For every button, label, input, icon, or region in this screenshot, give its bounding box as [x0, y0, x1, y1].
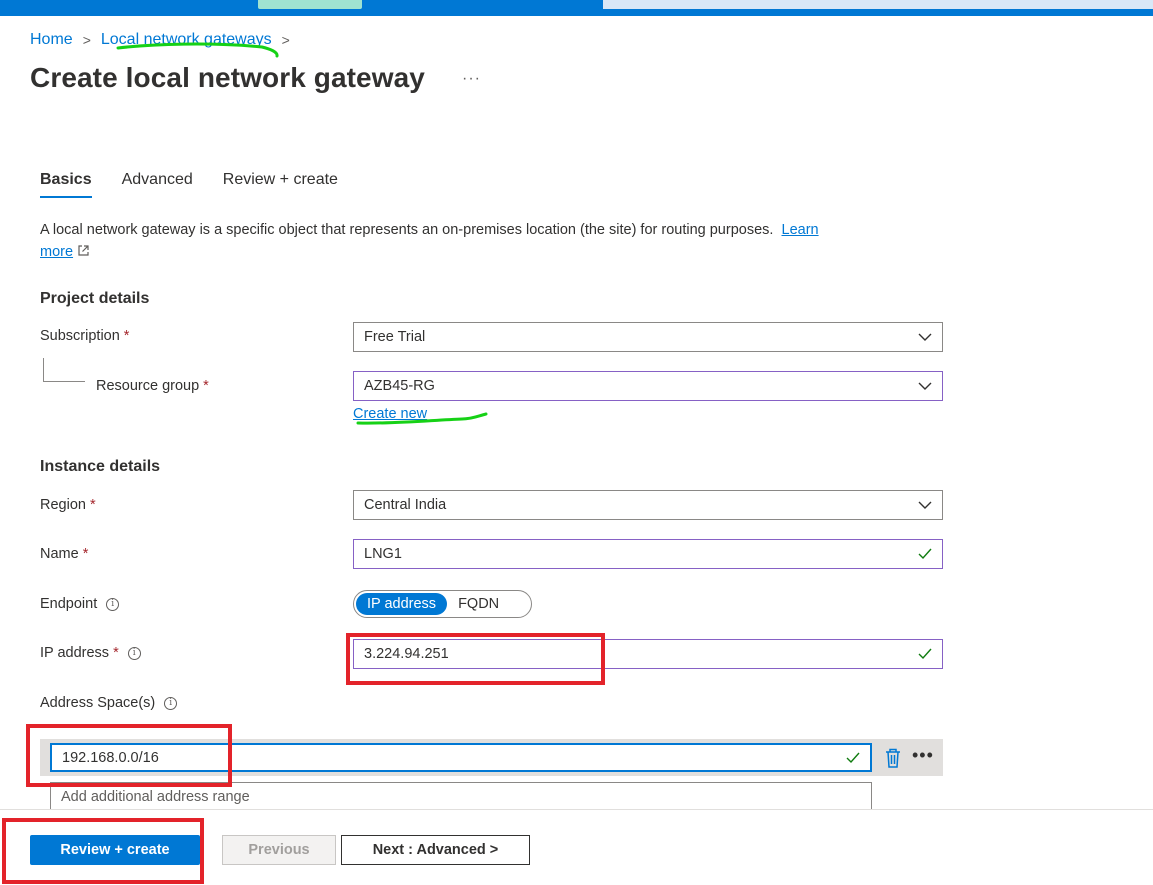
checkmark-icon	[918, 648, 932, 660]
address-space-input[interactable]: 192.168.0.0/16	[50, 743, 872, 772]
footer-divider	[0, 809, 1153, 810]
checkmark-icon	[918, 548, 932, 560]
region-label: Region *	[40, 497, 96, 513]
next-advanced-button[interactable]: Next : Advanced >	[341, 835, 530, 865]
endpoint-label: Endpoint i	[40, 596, 120, 612]
create-new-resource-group-link[interactable]: Create new	[353, 406, 427, 422]
info-icon[interactable]: i	[127, 646, 141, 660]
ip-address-input[interactable]: 3.224.94.251	[353, 639, 943, 669]
previous-button[interactable]: Previous	[222, 835, 336, 865]
delete-icon[interactable]	[883, 747, 903, 769]
name-label: Name *	[40, 546, 89, 562]
breadcrumb-local-network-gateways[interactable]: Local network gateways	[101, 31, 272, 49]
breadcrumb: Home > Local network gateways >	[30, 30, 300, 50]
resource-group-value: AZB45-RG	[364, 378, 435, 394]
chevron-down-icon	[918, 382, 932, 390]
global-search-box[interactable]	[603, 0, 1153, 9]
upgrade-chip[interactable]	[258, 0, 362, 9]
name-value: LNG1	[364, 546, 402, 562]
breadcrumb-separator: >	[281, 32, 290, 48]
chevron-down-icon	[918, 333, 932, 341]
breadcrumb-home[interactable]: Home	[30, 31, 73, 49]
endpoint-option-ip-address[interactable]: IP address	[356, 593, 448, 615]
tab-advanced[interactable]: Advanced	[122, 171, 193, 198]
tab-basics[interactable]: Basics	[40, 171, 92, 198]
name-input[interactable]: LNG1	[353, 539, 943, 569]
ip-address-label: IP address * i	[40, 645, 141, 661]
subscription-value: Free Trial	[364, 329, 426, 345]
resource-group-label: Resource group *	[96, 378, 209, 394]
ip-address-value: 3.224.94.251	[364, 646, 449, 662]
checkmark-icon	[846, 752, 860, 763]
subscription-dropdown[interactable]: Free Trial	[353, 322, 943, 352]
more-options-icon[interactable]: ···	[462, 70, 481, 88]
description-text: A local network gateway is a specific ob…	[40, 222, 774, 238]
page-title: Create local network gateway	[30, 62, 425, 93]
breadcrumb-separator: >	[82, 32, 91, 48]
resource-group-dropdown[interactable]: AZB45-RG	[353, 371, 943, 401]
wizard-tabs: Basics Advanced Review + create	[40, 171, 368, 198]
endpoint-option-fqdn[interactable]: FQDN	[447, 593, 510, 615]
region-value: Central India	[364, 497, 447, 513]
address-space-label: Address Space(s) i	[40, 695, 178, 711]
review-create-button[interactable]: Review + create	[30, 835, 200, 865]
endpoint-toggle: IP address FQDN	[353, 590, 532, 618]
project-details-heading: Project details	[40, 290, 150, 307]
info-icon[interactable]: i	[164, 696, 178, 710]
instance-details-heading: Instance details	[40, 458, 161, 475]
info-icon[interactable]: i	[106, 597, 120, 611]
tree-connector	[43, 358, 85, 382]
description: A local network gateway is a specific ob…	[40, 219, 920, 263]
subscription-label: Subscription *	[40, 328, 130, 344]
portal-top-bar	[0, 0, 1153, 16]
address-space-value: 192.168.0.0/16	[62, 749, 159, 766]
external-link-icon	[78, 245, 89, 256]
chevron-down-icon	[918, 501, 932, 509]
add-address-range-input[interactable]: Add additional address range	[50, 782, 872, 810]
region-dropdown[interactable]: Central India	[353, 490, 943, 520]
row-more-options-icon[interactable]: •••	[912, 746, 934, 764]
tab-review-create[interactable]: Review + create	[223, 171, 338, 198]
